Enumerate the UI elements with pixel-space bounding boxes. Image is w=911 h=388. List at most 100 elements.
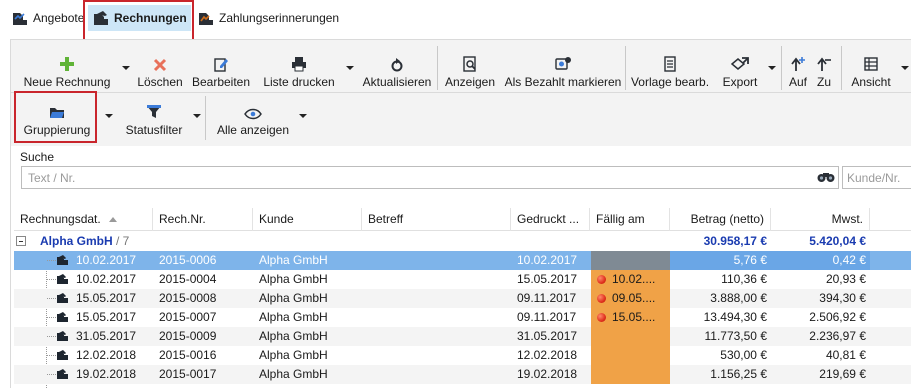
column-header-subject[interactable]: Betreff [362,208,511,231]
edit-button[interactable]: Bearbeiten [191,52,251,89]
preview-icon [463,56,476,72]
customer-filter-input[interactable] [842,166,911,189]
table-row[interactable]: 10.02.2017 2015-0004 Alpha GmbH 15.05.20… [14,270,911,289]
grouping-highlight-box [14,91,97,143]
cell-date: 19.02.2018 [76,367,137,381]
cell-vat: 20,93 € [825,272,866,286]
show-button[interactable]: Anzeigen [443,52,497,89]
status-filter-dropdown-arrow[interactable] [193,114,201,118]
cell-due: 09.05.... [591,289,670,308]
cell-due-text: 10.02.... [612,272,656,286]
cell-number: 2015-0007 [159,310,217,324]
cell-subject [362,365,511,384]
tab-angebote[interactable]: Angebote [7,5,88,31]
column-header-printed[interactable]: Gedruckt ... [511,208,590,231]
cell-subject [362,289,511,308]
table-row[interactable]: 31.05.2017 2015-0009 Alpha GmbH 31.05.20… [14,327,911,346]
print-list-dropdown-arrow[interactable] [346,66,354,70]
overdue-dot-icon [597,294,606,303]
view-dropdown-arrow[interactable] [901,66,909,70]
search-label: Suche [20,150,55,164]
column-header-date[interactable]: Rechnungsdat. [14,208,153,231]
delete-button[interactable]: Löschen [135,52,185,89]
export-dropdown-arrow[interactable] [768,66,776,70]
column-header-due[interactable]: Fällig am [590,208,670,231]
toolbar-separator [781,46,782,90]
table-row[interactable]: 15.05.2017 2015-0008 Alpha GmbH 09.11.20… [14,289,911,308]
cell-customer: Alpha GmbH [259,272,328,286]
edit-template-button[interactable]: Vorlage bearb. [631,52,709,89]
invoice-doc-icon [57,274,68,284]
cell-customer: Alpha GmbH [259,253,328,267]
cell-subject [362,327,511,346]
toolbar-ribbon: Neue Rechnung Löschen Bearbeiten Liste d… [10,39,911,146]
mark-paid-button[interactable]: Als Bezahlt markieren [503,52,623,89]
toolbar-separator [205,96,206,140]
tree-connector [47,298,56,299]
cell-vat: 219,69 € [819,367,866,381]
cell-subject [362,270,511,289]
cell-amount: 1.156,25 € [710,367,767,381]
edit-template-label: Vorlage bearb. [630,75,710,89]
column-header-vat[interactable]: Mwst. [771,208,870,231]
export-button[interactable]: Export [717,52,763,89]
table-row[interactable]: 19.02.2018 2015-0017 Alpha GmbH 19.02.20… [14,365,911,384]
mark-paid-icon [555,57,571,70]
show-all-dropdown-arrow[interactable] [299,114,307,118]
sort-down-button[interactable]: Zu [813,52,835,89]
cell-number: 2015-0017 [159,367,217,381]
print-list-button[interactable]: Liste drucken [261,52,337,89]
table-row[interactable]: 10.02.2017 2015-0006 Alpha GmbH 10.02.20… [14,251,911,270]
group-name: Alpha GmbH [40,234,113,248]
cell-printed: 19.02.2018 [517,367,578,381]
group-sum-amount: 30.958,17 € [703,234,767,248]
tab-zahlungserinnerungen[interactable]: Zahlungserinnerungen [193,5,343,31]
toolbar-separator [841,46,842,90]
grid-header: Rechnungsdat. Rech.Nr. Kunde Betreff Ged… [14,208,911,231]
new-invoice-button[interactable]: Neue Rechnung [24,52,110,89]
cell-due [591,346,670,365]
tree-connector [47,374,56,375]
cell-printed: 12.02.2018 [517,348,578,362]
column-header-amount[interactable]: Betrag (netto) [670,208,771,231]
cell-vat: 0,42 € [771,251,870,270]
cell-amount: 530,00 € [720,348,767,362]
table-row[interactable]: 15.05.2017 2015-0007 Alpha GmbH 09.11.20… [14,308,911,327]
cell-vat: 2.236,97 € [809,329,866,343]
table-row[interactable]: 12.02.2018 2015-0016 Alpha GmbH 12.02.20… [14,346,911,365]
column-header-label: Rechnungsdat. [20,212,101,226]
view-button[interactable]: Ansicht [847,52,895,89]
collapse-toggle[interactable] [16,236,26,246]
tab-label: Zahlungserinnerungen [219,11,340,25]
arrow-up-minus-icon [817,57,831,71]
cell-customer: Alpha GmbH [259,291,328,305]
new-invoice-dropdown-arrow[interactable] [122,66,130,70]
cell-vat: 394,30 € [819,291,866,305]
search-input[interactable] [21,166,839,189]
sort-up-button[interactable]: Auf [787,52,809,89]
grouping-dropdown-arrow[interactable] [105,114,113,118]
edit-icon [214,58,228,72]
cell-number: 2015-0008 [159,291,217,305]
sort-asc-icon [108,217,117,223]
cell-date: 10.02.2017 [76,272,137,286]
template-icon [664,56,676,72]
invoice-doc-icon [57,293,68,303]
cell-amount: 110,36 € [721,272,767,286]
binoculars-icon[interactable] [817,171,835,183]
refresh-button[interactable]: Aktualisieren [360,52,434,89]
cell-printed: 09.11.2017 [517,291,577,305]
column-header-number[interactable]: Rech.Nr. [153,208,253,231]
show-all-button[interactable]: Alle anzeigen [213,100,293,137]
tree-connector [47,260,56,261]
tree-connector [47,355,56,356]
status-filter-button[interactable]: Statusfilter [119,100,189,137]
status-filter-label: Statusfilter [125,123,183,137]
group-row[interactable]: Alpha GmbH / 7 30.958,17 € 5.420,04 € [14,232,911,251]
cell-due [591,251,670,270]
column-header-customer[interactable]: Kunde [253,208,362,231]
cell-date: 10.02.2017 [76,253,137,267]
group-count: / 7 [116,234,130,248]
quote-icon [13,13,27,25]
print-list-label: Liste drucken [263,75,335,89]
